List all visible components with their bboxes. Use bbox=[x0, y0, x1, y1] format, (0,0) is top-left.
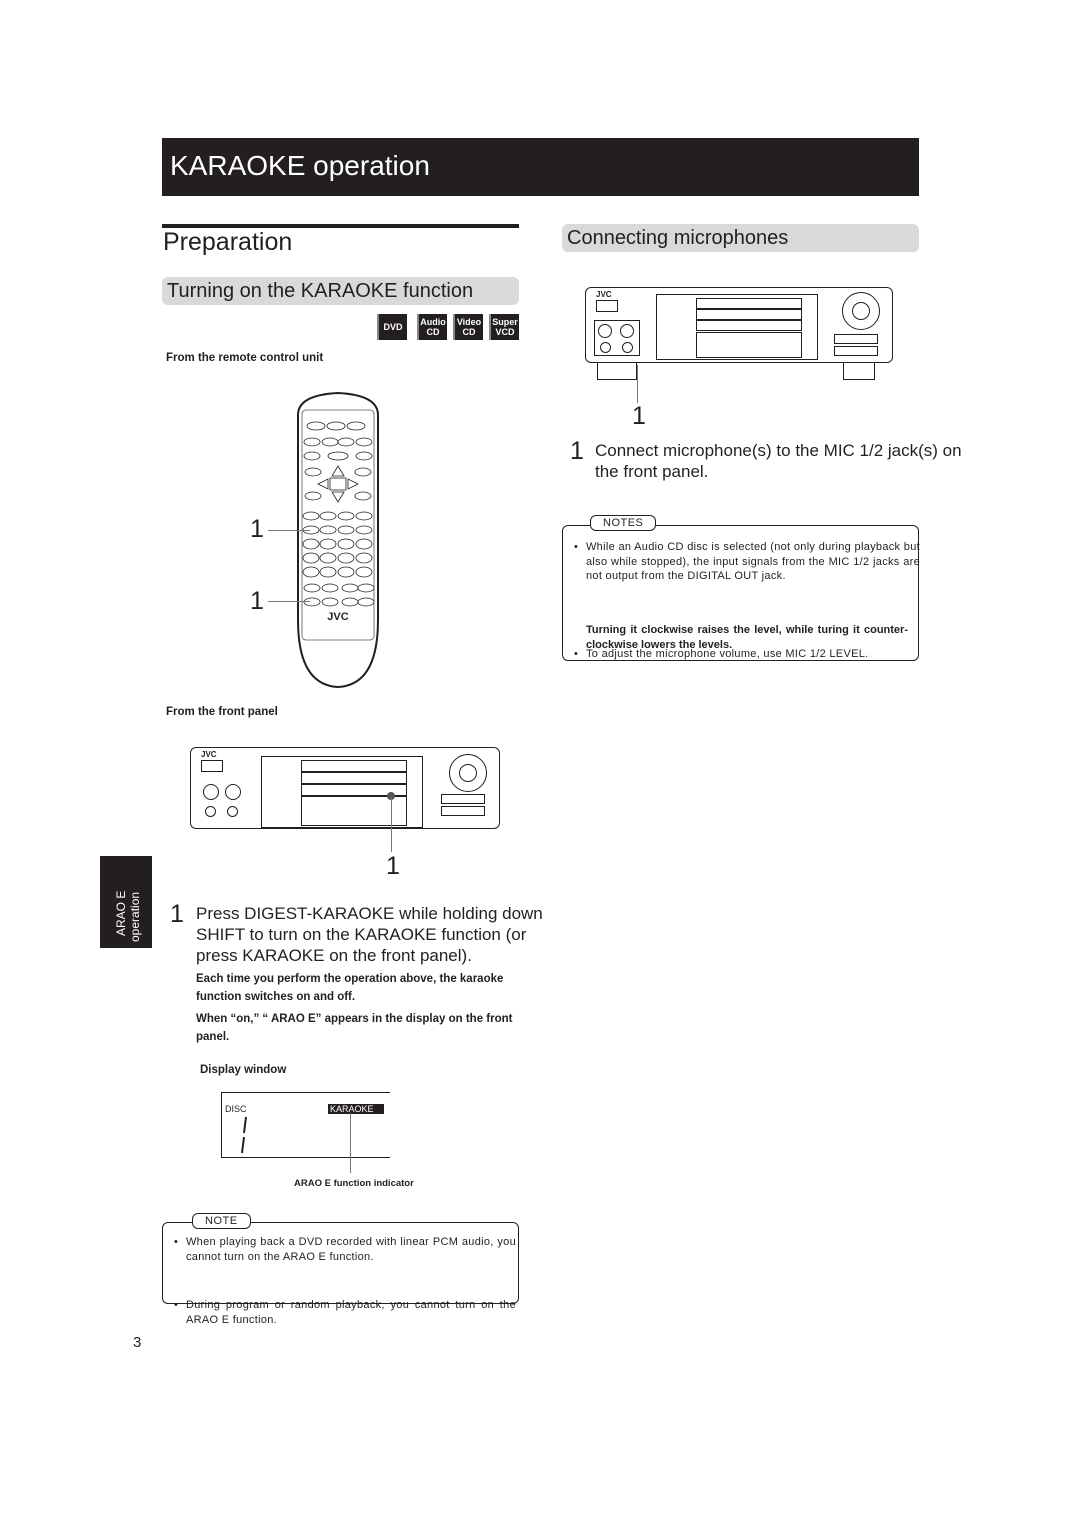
mic-panel-illustration: JVC bbox=[585, 287, 893, 363]
turning-on-heading-bar: Turning on the KARAOKE function bbox=[162, 277, 519, 305]
step-number: 1 bbox=[570, 437, 584, 465]
turning-on-heading: Turning on the KARAOKE function bbox=[167, 280, 474, 302]
callout-number: 1 bbox=[632, 402, 646, 430]
section-title-bar: KARAOKE operation bbox=[162, 138, 919, 196]
page-number: 3 bbox=[133, 1334, 142, 1351]
step-instruction: Connect microphone(s) to the MIC 1/2 jac… bbox=[595, 441, 962, 481]
remote-label: From the remote control unit bbox=[166, 352, 324, 364]
mic-level-knob bbox=[620, 324, 634, 338]
mic-jack bbox=[600, 342, 611, 353]
video-cd-badge: Video CD bbox=[453, 314, 483, 340]
callout-number: 1 bbox=[250, 515, 264, 543]
notes-box: While an Audio CD disc is selected (not … bbox=[562, 525, 920, 661]
note-box: When playing back a DVD recorded with li… bbox=[162, 1222, 519, 1326]
front-panel-label: From the front panel bbox=[166, 706, 278, 718]
callout-line bbox=[391, 797, 392, 852]
notes-tab: NOTES bbox=[590, 515, 657, 531]
front-panel-illustration: JVC bbox=[190, 747, 500, 829]
step-number: 1 bbox=[170, 900, 184, 928]
preparation-heading: Preparation bbox=[163, 228, 293, 256]
segment-digit bbox=[241, 1116, 247, 1154]
indicator-caption: ARAO E function indicator bbox=[294, 1178, 414, 1189]
connecting-heading-bar: Connecting microphones bbox=[562, 224, 919, 252]
audio-cd-badge: Audio CD bbox=[417, 314, 447, 340]
display-window-label: Display window bbox=[200, 1064, 287, 1076]
note-tab: NOTE bbox=[192, 1213, 251, 1229]
note-item: When playing back a DVD recorded with li… bbox=[173, 1235, 516, 1264]
mic-level-knob bbox=[598, 324, 612, 338]
mic-jack bbox=[622, 342, 633, 353]
dvd-badge: DVD bbox=[377, 314, 407, 340]
callout-number: 1 bbox=[386, 852, 400, 880]
callout-line bbox=[637, 365, 638, 403]
display-window: DISC KARAOKE bbox=[221, 1092, 390, 1158]
remote-control-illustration: JVC bbox=[288, 390, 388, 690]
connecting-heading: Connecting microphones bbox=[567, 227, 789, 249]
svg-text:JVC: JVC bbox=[327, 611, 348, 623]
callout-line bbox=[268, 530, 310, 531]
callout-line bbox=[268, 601, 310, 602]
super-vcd-badge: Super VCD bbox=[489, 314, 519, 340]
step-instruction: Press DIGEST-KARAOKE while holding down … bbox=[196, 904, 543, 965]
page-title: KARAOKE operation bbox=[170, 150, 430, 181]
disc-indicator: DISC bbox=[225, 1104, 247, 1114]
step-detail: Each time you perform the operation abov… bbox=[196, 973, 504, 1003]
note-item: While an Audio CD disc is selected (not … bbox=[573, 540, 920, 584]
karaoke-indicator: KARAOKE bbox=[328, 1104, 384, 1114]
step-detail: When “on,” “ ARAO E” appears in the disp… bbox=[196, 1013, 513, 1043]
note-bold: Turning it clockwise raises the level, w… bbox=[586, 624, 908, 651]
note-item: During program or random playback, you c… bbox=[173, 1298, 516, 1327]
callout-line bbox=[350, 1113, 351, 1173]
side-tab: ARAO E operation bbox=[100, 856, 152, 948]
callout-number: 1 bbox=[250, 587, 264, 615]
